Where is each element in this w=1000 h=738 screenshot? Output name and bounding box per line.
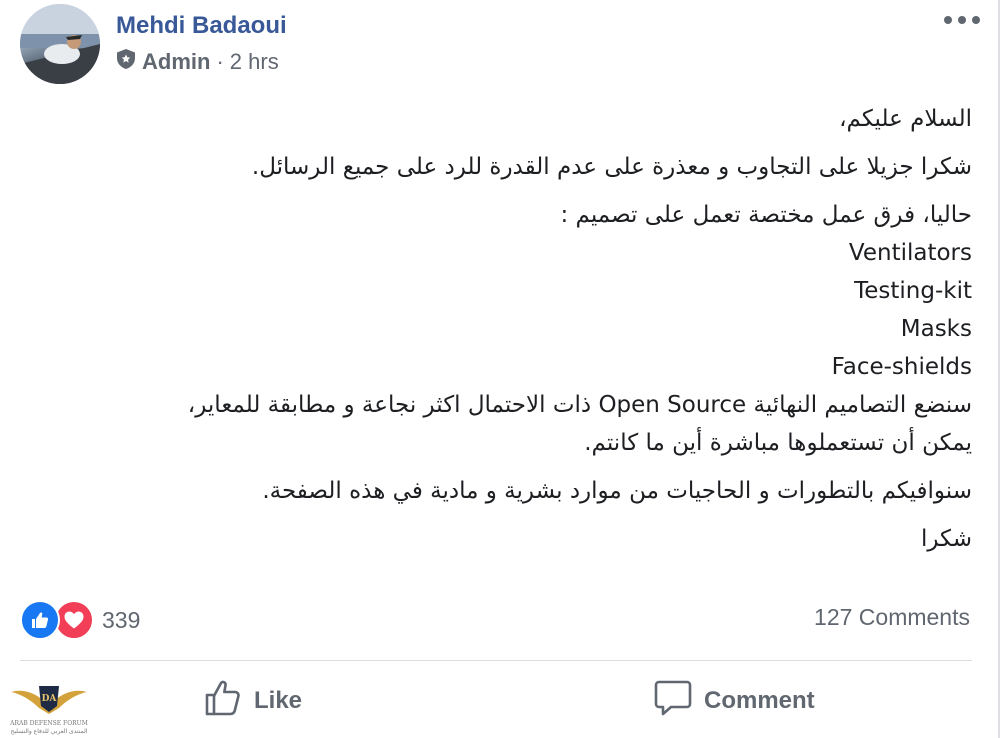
post-open-source-line: سنضع التصاميم النهائية Open Source ذات ا… <box>187 392 972 418</box>
post-greeting: السلام عليكم، <box>839 106 972 132</box>
svg-text:DA: DA <box>42 694 58 704</box>
meta-separator: · <box>216 49 224 74</box>
avatar[interactable] <box>20 4 100 84</box>
like-button[interactable]: Like <box>204 678 302 724</box>
actions-divider <box>20 660 972 661</box>
post-list-item: Ventilators <box>848 240 972 266</box>
post-list-item: Testing-kit <box>854 278 972 304</box>
post-thanks: شكرا جزيلا على التجاوب و معذرة على عدم ا… <box>251 154 972 180</box>
post-timestamp[interactable]: 2 hrs <box>230 49 279 75</box>
love-reaction-icon <box>54 600 94 640</box>
shield-icon <box>116 48 136 76</box>
watermark-logo: DA ARAB DEFENSE FORUM المنتدى العربي للد… <box>6 672 92 736</box>
thumbs-up-icon <box>204 679 242 724</box>
post-intro: حاليا، فرق عمل مختصة تعمل على تصميم : <box>560 202 973 228</box>
role-badge[interactable]: Admin <box>142 49 210 75</box>
avatar-photo <box>20 4 100 84</box>
comment-bubble-icon <box>654 679 692 724</box>
watermark-eagle-icon: DA <box>11 686 87 714</box>
post-meta: Admin · 2 hrs <box>116 48 279 76</box>
like-reaction-icon <box>20 600 60 640</box>
post-list-item: Masks <box>900 316 972 342</box>
post-updates: سنوافيكم بالتطورات و الحاجيات من موارد ب… <box>262 478 972 504</box>
comments-count-link[interactable]: 127 Comments <box>814 604 970 631</box>
post-closing: شكرا <box>920 526 972 552</box>
post-use-line: يمكن أن تستعملوها مباشرة أين ما كانتم. <box>584 430 972 456</box>
watermark-line-2: المنتدى العربي للدفاع والتسليح <box>10 728 88 735</box>
reactions-summary[interactable]: 339 <box>20 600 140 640</box>
author-name[interactable]: Mehdi Badaoui <box>116 12 287 40</box>
comment-button[interactable]: Comment <box>654 678 815 724</box>
reactions-count: 339 <box>102 606 141 633</box>
post-list-item: Face-shields <box>831 354 972 380</box>
comment-button-label: Comment <box>704 687 815 714</box>
post-card: Mehdi Badaoui Admin · 2 hrs السلام عليكم… <box>0 0 1000 738</box>
more-options-icon[interactable] <box>944 10 980 30</box>
post-body: السلام عليكم، شكرا جزيلا على التجاوب و م… <box>20 100 972 558</box>
watermark-line-1: ARAB DEFENSE FORUM <box>10 720 88 727</box>
like-button-label: Like <box>254 687 303 714</box>
